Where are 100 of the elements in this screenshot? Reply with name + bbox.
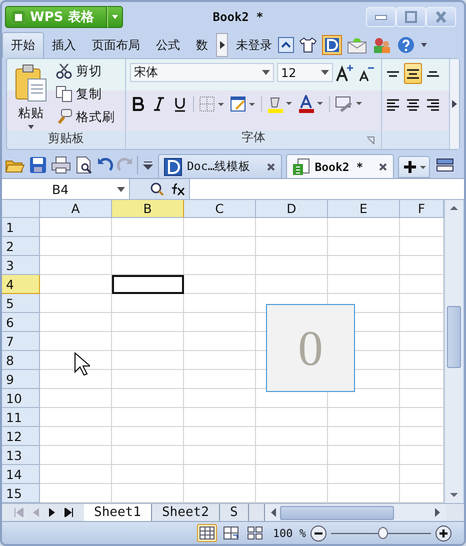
row-header[interactable]: 14: [2, 465, 40, 484]
column-header[interactable]: B: [112, 200, 184, 218]
new-tab-button[interactable]: [398, 156, 430, 178]
row-header[interactable]: 13: [2, 446, 40, 465]
row-header[interactable]: 11: [2, 408, 40, 427]
insert-function-icon[interactable]: [170, 182, 186, 196]
row-header[interactable]: 8: [2, 351, 40, 370]
minimize-button[interactable]: [366, 7, 396, 27]
wrap-text-icon[interactable]: [335, 95, 363, 113]
row-header[interactable]: 3: [2, 256, 40, 275]
grid-cell: [328, 465, 400, 484]
font-name-field[interactable]: 宋体: [130, 63, 274, 82]
underline-button[interactable]: [172, 95, 188, 113]
view-mode-button[interactable]: [244, 524, 265, 542]
vertical-scrollbar[interactable]: [444, 200, 463, 503]
undo-icon[interactable]: [97, 157, 113, 173]
grid-cell: [40, 256, 112, 275]
sheet-tab[interactable]: Sheet1: [84, 504, 152, 521]
docer-icon[interactable]: [322, 35, 342, 55]
copy-button[interactable]: 复制: [76, 86, 102, 102]
column-header[interactable]: D: [256, 200, 328, 218]
scroll-thumb[interactable]: [280, 506, 394, 520]
row-header[interactable]: 2: [2, 237, 40, 256]
document-tab[interactable]: Book2 *: [286, 154, 394, 178]
row-header[interactable]: 4: [2, 275, 40, 294]
last-sheet-icon[interactable]: [64, 508, 74, 517]
fill-color-icon[interactable]: [267, 95, 293, 113]
scroll-left-icon[interactable]: [271, 508, 276, 517]
next-sheet-icon[interactable]: [48, 508, 56, 517]
font-size-field[interactable]: 12: [277, 63, 333, 82]
grid-cell: [256, 256, 328, 275]
align-button[interactable]: [404, 63, 422, 84]
copy-icon[interactable]: [55, 85, 73, 103]
close-tab-icon[interactable]: [266, 162, 276, 172]
row-header[interactable]: 6: [2, 313, 40, 332]
grid-cell: [112, 256, 184, 275]
ribbon-scroll-button[interactable]: [449, 59, 459, 149]
app-menu-dropdown[interactable]: [106, 6, 123, 28]
maximize-button[interactable]: [396, 7, 426, 27]
column-header[interactable]: F: [400, 200, 444, 218]
help-icon[interactable]: [397, 36, 415, 54]
column-header[interactable]: C: [184, 200, 256, 218]
caret-icon[interactable]: [420, 42, 428, 48]
view-mode-button[interactable]: [220, 524, 241, 542]
scroll-thumb[interactable]: [447, 306, 461, 368]
grid-cell: [328, 408, 400, 427]
column-header[interactable]: A: [40, 200, 112, 218]
close-tab-icon[interactable]: [378, 162, 388, 172]
grid-cell: [40, 446, 112, 465]
mail-icon[interactable]: [347, 36, 367, 54]
close-button[interactable]: [426, 7, 456, 27]
zoom-formula-icon[interactable]: [150, 182, 164, 196]
grid-cell: [40, 218, 112, 237]
save-icon[interactable]: [29, 156, 47, 174]
dialog-launcher-icon[interactable]: [366, 136, 375, 145]
collapse-ribbon-icon[interactable]: [278, 37, 294, 53]
align-top-icon: [386, 70, 400, 76]
row-header[interactable]: 10: [2, 389, 40, 408]
print-icon[interactable]: [51, 156, 71, 174]
grid-cell: [328, 218, 400, 237]
view-mode-button[interactable]: [196, 524, 217, 542]
font-color-icon[interactable]: [298, 95, 324, 113]
scissors-icon[interactable]: [55, 62, 73, 80]
italic-button[interactable]: [151, 95, 167, 113]
brush-icon[interactable]: [55, 108, 73, 126]
window-switch-icon[interactable]: [436, 158, 454, 172]
borders-icon[interactable]: [199, 96, 225, 112]
format-painter-button[interactable]: 格式刷: [76, 109, 115, 125]
scroll-up-icon[interactable]: [450, 206, 458, 210]
row-header[interactable]: 5: [2, 294, 40, 313]
bold-button[interactable]: [130, 95, 146, 113]
row-header[interactable]: 1: [2, 218, 40, 237]
row-header[interactable]: 15: [2, 484, 40, 503]
zoom-in-icon[interactable]: [435, 524, 452, 542]
zoom-slider-thumb[interactable]: [378, 526, 388, 538]
shirt-icon[interactable]: [299, 37, 317, 53]
print-preview-icon[interactable]: [75, 156, 93, 174]
people-icon[interactable]: [372, 36, 392, 54]
ribbon-tab[interactable]: 开始: [2, 32, 44, 58]
paste-button[interactable]: 粘贴: [7, 59, 55, 130]
ribbon-tab[interactable]: 公式: [148, 32, 188, 58]
scroll-right-icon[interactable]: [435, 508, 440, 517]
scroll-down-icon[interactable]: [450, 493, 458, 497]
zoom-out-icon[interactable]: [310, 524, 327, 542]
tab-scroll-button[interactable]: [216, 33, 228, 57]
horizontal-scrollbar[interactable]: [264, 504, 446, 521]
cell-style-icon[interactable]: [230, 96, 256, 112]
ribbon-tab[interactable]: 页面布局: [84, 32, 148, 58]
ribbon-tab[interactable]: 插入: [44, 32, 84, 58]
column-header[interactable]: E: [328, 200, 400, 218]
row-header[interactable]: 9: [2, 370, 40, 389]
row-header[interactable]: 7: [2, 332, 40, 351]
grow-font-icon[interactable]: [336, 64, 354, 82]
document-tab[interactable]: Doc…线模板: [158, 154, 282, 178]
customize-toolbar-icon[interactable]: [142, 160, 154, 170]
align-middle-icon: [406, 68, 420, 78]
row-header[interactable]: 12: [2, 427, 40, 446]
cut-button[interactable]: 剪切: [76, 63, 102, 79]
ribbon-tab[interactable]: 数: [188, 32, 216, 58]
login-status[interactable]: 未登录: [236, 36, 272, 54]
